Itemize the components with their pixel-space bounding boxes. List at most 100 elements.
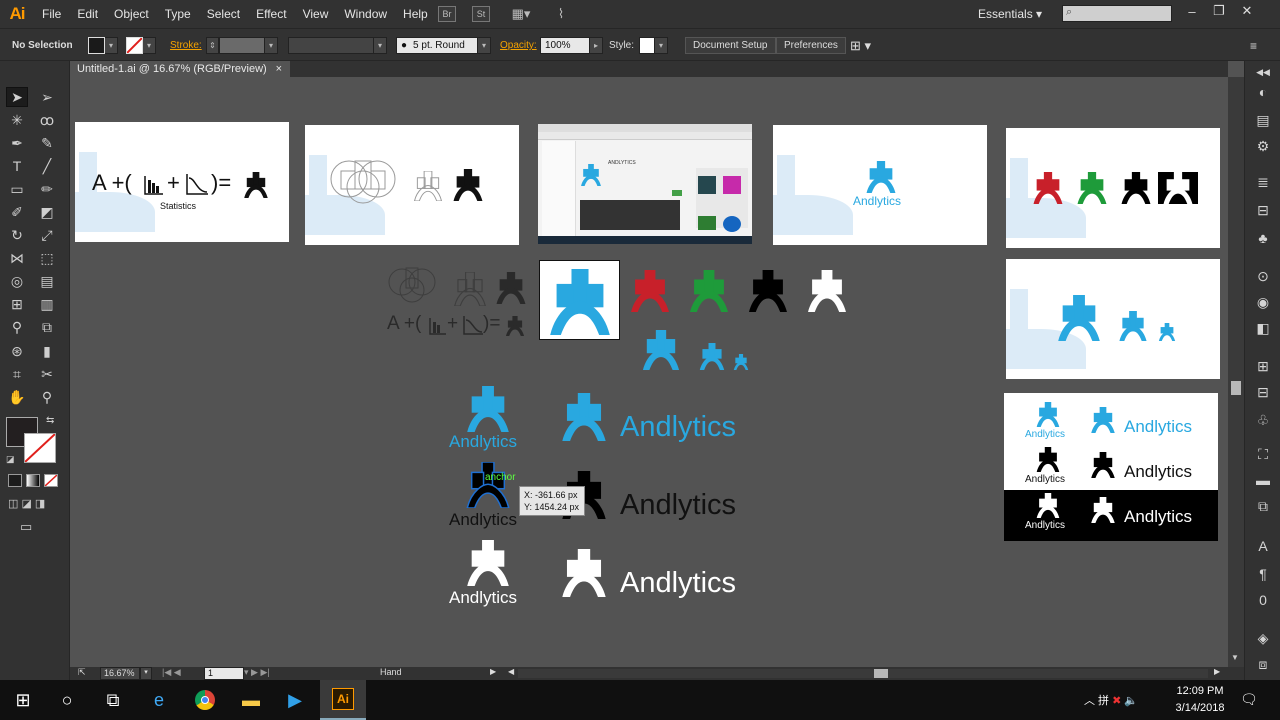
draw-mode-icons[interactable]: ◫ ◪ ◨ [8,497,45,510]
shaper-tool-icon[interactable]: ✐ [6,202,28,222]
gradient-tool-icon[interactable]: ▥ [36,294,58,314]
stroke-panel-icon[interactable]: ▬ [1253,471,1273,489]
artboard-store-screenshot[interactable]: ANDLYTICS [538,124,752,244]
artboards-panel-icon[interactable]: ⧈ [1253,655,1273,673]
artboard-tool-icon[interactable]: ⌗ [6,364,28,384]
transform-icon[interactable]: ⊞ ▾ [850,37,871,54]
style-swatch[interactable]: ▾ [639,37,668,54]
direct-selection-tool-icon[interactable]: ➢ [36,87,58,107]
app-icon-tile[interactable] [539,260,620,340]
zoom-tool-icon[interactable]: ⚲ [36,387,58,407]
restore-icon[interactable]: ❐ [1208,3,1230,19]
scroll-down-icon[interactable]: ▼ [1231,653,1239,662]
align-panel-icon[interactable]: ⊟ [1253,383,1273,401]
brushes-panel-icon[interactable]: ⊟ [1253,201,1273,219]
properties-panel-icon[interactable]: ▤ [1253,111,1273,129]
color-mode-icon[interactable] [8,474,22,487]
line-tool-icon[interactable]: ╱ [36,156,58,176]
slice-tool-icon[interactable]: ✂ [36,364,58,384]
rotate-tool-icon[interactable]: ↻ [6,225,28,245]
clock-date[interactable]: 3/14/2018 [1172,702,1228,714]
collapse-dock-icon[interactable]: ◀◀ [1253,63,1273,81]
arrange-documents-icon[interactable]: ▦▾ [508,6,534,22]
gradient-mode-icon[interactable] [26,474,40,487]
pathfinder-panel-icon[interactable]: ♧ [1253,411,1273,429]
scroll-left-icon[interactable]: ◀ [508,667,514,676]
brush-dropdown[interactable]: ● 5 pt. Round ▾ [396,37,491,54]
horizontal-scroll-thumb[interactable] [874,669,888,678]
pen-tool-icon[interactable]: ✒ [6,133,28,153]
stroke-label[interactable]: Stroke: [170,37,202,54]
stroke-color-box[interactable] [24,433,56,463]
lasso-tool-icon[interactable]: ꝏ [36,110,58,130]
zoom-dropdown-icon[interactable]: ▾ [140,667,152,680]
screen-mode-icon[interactable]: ▭ [20,519,32,535]
selection-tool-icon[interactable]: ➤ [6,87,28,107]
first-artboard-icon[interactable]: |◀ ◀ [162,667,181,678]
paragraph-panel-icon[interactable]: ¶ [1253,565,1273,583]
rectangle-tool-icon[interactable]: ▭ [6,179,28,199]
chrome-icon[interactable] [182,680,228,720]
libraries-panel-icon[interactable]: ⊙ [1253,267,1273,285]
artboard-scale-set[interactable] [1006,259,1220,379]
stock-button[interactable]: St [472,6,490,22]
menu-effect[interactable]: Effect [248,0,294,28]
scroll-right-icon[interactable]: ▶ [1214,667,1220,676]
perspective-grid-tool-icon[interactable]: ▤ [36,271,58,291]
opacity-label[interactable]: Opacity: [500,37,537,54]
menu-window[interactable]: Window [336,0,395,28]
edge-icon[interactable]: e [136,680,182,720]
symbols-panel-icon[interactable]: ♣ [1253,229,1273,247]
blend-tool-icon[interactable]: ⧉ [36,317,58,337]
gradient-panel-icon[interactable]: ⧉ [1253,497,1273,515]
symbol-sprayer-tool-icon[interactable]: ⊛ [6,341,28,361]
clock-time[interactable]: 12:09 PM [1172,685,1228,697]
magic-wand-tool-icon[interactable]: ✳ [6,110,28,130]
artboard-nav-icon[interactable]: ⇱ [78,667,86,678]
menu-object[interactable]: Object [106,0,157,28]
paintbrush-tool-icon[interactable]: ✏ [36,179,58,199]
artboard-number-field[interactable]: 1 [204,667,244,680]
graphic-styles-icon[interactable]: ◧ [1253,319,1273,337]
tray-tools[interactable]: ︿ 拼 ✖ 🔈 [1084,692,1138,708]
column-graph-tool-icon[interactable]: ▮ [36,341,58,361]
hand-tool-icon[interactable]: ✋ [6,387,28,407]
color-panel-icon[interactable]: ◐ [1253,83,1273,101]
transparency-panel-icon[interactable]: ⛶ [1253,445,1273,463]
gpu-performance-icon[interactable]: ⌇ [550,6,572,22]
minimize-icon[interactable]: – [1181,3,1203,19]
menu-type[interactable]: Type [157,0,199,28]
shape-builder-tool-icon[interactable]: ◎ [6,271,28,291]
opentype-panel-icon[interactable]: 0 [1253,591,1273,609]
zoom-field[interactable]: 16.67% [100,667,140,680]
file-explorer-icon[interactable]: ▬ [228,680,274,720]
opacity-field[interactable]: 100% ▸ [540,37,603,54]
width-tool-icon[interactable]: ⋈ [6,248,28,268]
vertical-scrollbar[interactable]: ▼ [1228,77,1244,667]
menu-file[interactable]: File [34,0,69,28]
media-player-icon[interactable]: ▶ [272,680,318,720]
status-menu-icon[interactable]: ▶ [490,667,496,676]
free-transform-tool-icon[interactable]: ⬚ [36,248,58,268]
close-icon[interactable]: ✕ [1236,3,1258,19]
artboard-sketch[interactable] [305,125,519,245]
cortana-icon[interactable]: ○ [44,680,90,720]
appearance-panel-icon[interactable]: ◉ [1253,293,1273,311]
menu-edit[interactable]: Edit [69,0,106,28]
next-artboard-icon[interactable]: ▾ ▶ ▶| [244,667,270,678]
mesh-tool-icon[interactable]: ⊞ [6,294,28,314]
color-guide-icon[interactable]: ⚙ [1253,137,1273,155]
menu-select[interactable]: Select [199,0,248,28]
lockup-stacked-black-mark[interactable] [458,462,518,508]
artboard-wordmark-small[interactable]: Andlytics [773,125,987,245]
panel-menu-icon[interactable]: ≡ [1250,37,1257,54]
windows-start-icon[interactable]: ⊞ [0,680,46,720]
curvature-tool-icon[interactable]: ✎ [36,133,58,153]
bridge-button[interactable]: Br [438,6,456,22]
layers-panel-icon[interactable]: ◈ [1253,629,1273,647]
artboard-formula[interactable]: A +( + )= Statistics [75,122,289,242]
swap-colors-icon[interactable]: ⇆ [46,415,54,426]
character-panel-icon[interactable]: A [1253,537,1273,555]
notifications-icon[interactable]: 🗨 [1240,691,1258,708]
workspace-switcher[interactable]: Essentials ▾ [970,0,1050,28]
